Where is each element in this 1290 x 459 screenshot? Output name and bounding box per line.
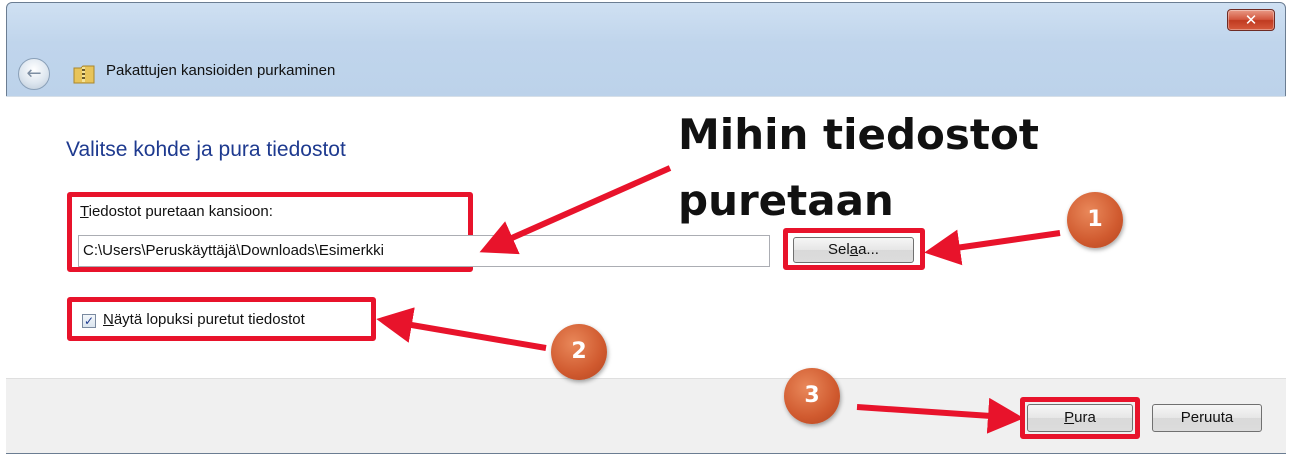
show-files-checkbox[interactable]: ✓ (82, 314, 96, 328)
show-files-label[interactable]: Näytä lopuksi puretut tiedostot (103, 311, 305, 328)
page-heading: Valitse kohde ja pura tiedostot (66, 138, 346, 161)
callout-text: Mihin tiedostot puretaan (678, 110, 1039, 225)
close-icon: ✕ (1244, 11, 1258, 29)
step-badge-1: 1 (1067, 192, 1123, 248)
window-title: Pakattujen kansioiden purkaminen (106, 62, 336, 79)
folder-label: Tiedostot puretaan kansioon: (80, 203, 273, 220)
zip-folder-icon (73, 65, 95, 84)
step-badge-2: 2 (551, 324, 607, 380)
folder-path-input[interactable]: C:\Users\Peruskäyttäjä\Downloads\Esimerk… (78, 235, 770, 267)
close-button[interactable]: ✕ (1227, 9, 1275, 31)
back-button[interactable]: ← (18, 58, 50, 90)
back-arrow-icon: ← (26, 63, 42, 84)
step-badge-3: 3 (784, 368, 840, 424)
browse-button[interactable]: Selaa... (793, 237, 914, 263)
cancel-button[interactable]: Peruuta (1152, 404, 1262, 432)
checkmark-icon: ✓ (83, 314, 95, 328)
extract-button[interactable]: Pura (1027, 404, 1133, 432)
